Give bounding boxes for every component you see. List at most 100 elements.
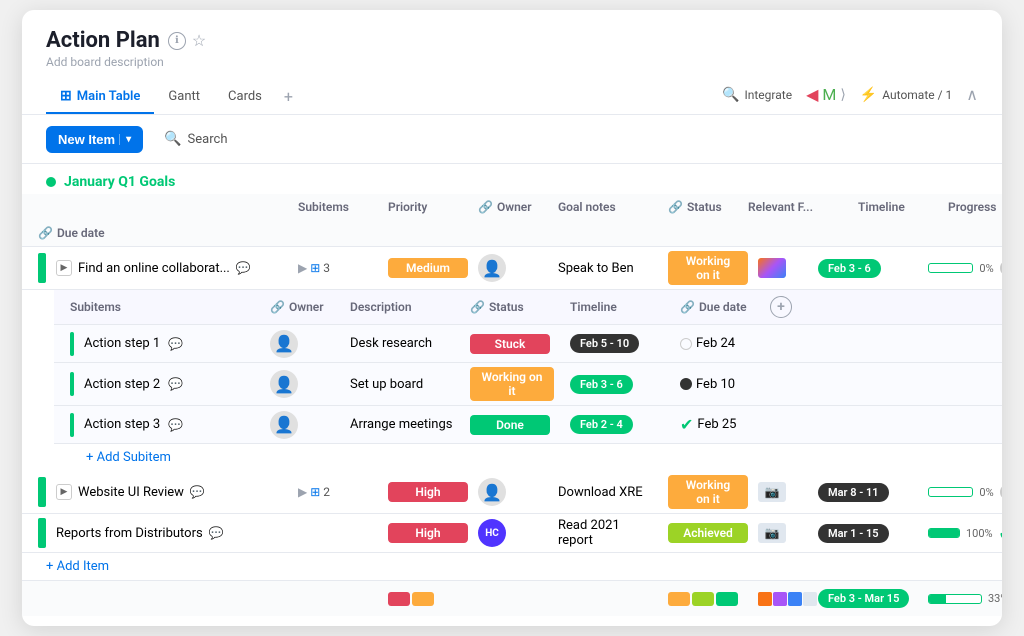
cell-row3-name: Reports from Distributors 💬 bbox=[30, 514, 290, 552]
group-january: January Q1 Goals Subitems Priority 🔗 Own… bbox=[22, 164, 1002, 616]
tabs-left: ⊞ Main Table Gantt Cards + bbox=[46, 79, 301, 114]
row2-chat-icon[interactable]: 💬 bbox=[190, 485, 205, 499]
collapse-icon[interactable]: ∧ bbox=[966, 85, 978, 104]
cell-row2-goal-notes: Download XRE bbox=[550, 481, 660, 504]
sub-cell-due-2: Feb 10 bbox=[672, 373, 762, 396]
cell-row2-name: ▶ Website UI Review 💬 bbox=[30, 473, 290, 511]
progress-pct-1: 0% bbox=[979, 262, 993, 275]
sum-rel-2 bbox=[773, 592, 787, 606]
chat-icon[interactable]: 💬 bbox=[236, 261, 251, 275]
sub-due-text-2: Feb 10 bbox=[696, 377, 735, 392]
summary-working-color bbox=[668, 592, 690, 606]
sub-color-bar-2 bbox=[70, 372, 74, 396]
sub-cell-name-2: Action step 2 💬 bbox=[62, 368, 262, 400]
cell-row2-priority[interactable]: High bbox=[380, 478, 470, 506]
add-subitem-btn[interactable]: + Add Subitem bbox=[54, 444, 1002, 471]
tab-cards[interactable]: Cards bbox=[214, 81, 276, 114]
integrate-action[interactable]: 🔍 Integrate bbox=[722, 87, 792, 103]
search-label: Search bbox=[188, 132, 228, 147]
cell-row1-priority[interactable]: Medium bbox=[380, 254, 470, 282]
cell-row1-subitems: ▶ ⊞ 3 bbox=[290, 257, 380, 279]
tabs-right: 🔍 Integrate ◀ M ⟩ ⚡ Automate / 1 ∧ bbox=[722, 85, 978, 108]
summary-timeline: Feb 3 - Mar 15 bbox=[818, 589, 909, 608]
col-header-status: 🔗 Status bbox=[660, 194, 740, 220]
add-item-label: + Add Item bbox=[46, 559, 109, 574]
sub-chat-icon-3[interactable]: 💬 bbox=[168, 418, 183, 432]
search-box[interactable]: 🔍 Search bbox=[153, 125, 238, 153]
group-title-january: January Q1 Goals bbox=[64, 174, 175, 190]
title-row: Action Plan ℹ ☆ bbox=[46, 28, 978, 53]
sub-cell-timeline-3: Feb 2 - 4 bbox=[562, 411, 672, 438]
sub-col-header-owner: 🔗 Owner bbox=[262, 294, 342, 320]
board-description[interactable]: Add board description bbox=[46, 55, 978, 69]
cell-row3-subitems bbox=[290, 529, 380, 537]
subitems-col-headers: Subitems 🔗 Owner Description 🔗 Status Ti… bbox=[54, 290, 1002, 325]
sub-col-add[interactable]: + bbox=[762, 290, 802, 324]
star-icon[interactable]: ☆ bbox=[192, 31, 206, 50]
row2-name-text: Website UI Review bbox=[78, 485, 184, 500]
sub-cell-status-1[interactable]: Stuck bbox=[462, 330, 562, 358]
new-item-label: New Item bbox=[58, 132, 115, 147]
sub-name-3: Action step 3 bbox=[84, 417, 160, 432]
sub-chat-icon[interactable]: 💬 bbox=[168, 337, 183, 351]
cell-row2-relevant: 📷 bbox=[750, 478, 810, 506]
cell-row2-status[interactable]: Working on it bbox=[660, 471, 750, 513]
tab-gantt[interactable]: Gantt bbox=[154, 81, 214, 114]
subitems-count-1: ▶ ⊞ 3 bbox=[298, 261, 330, 275]
expand-btn-row2[interactable]: ▶ bbox=[56, 484, 72, 500]
sub-arrow: ▶ bbox=[298, 261, 307, 275]
sub-cell-owner-3: 👤 bbox=[262, 407, 342, 443]
timeline-2: Mar 8 - 11 bbox=[818, 483, 889, 502]
row3-color-bar bbox=[38, 518, 46, 548]
goal-notes-1: Speak to Ben bbox=[558, 261, 634, 276]
subitem-row-2: Action step 2 💬 👤 Set up board Working o… bbox=[54, 363, 1002, 406]
add-item-btn[interactable]: + Add Item bbox=[22, 553, 1002, 580]
sub-cell-status-3[interactable]: Done bbox=[462, 411, 562, 439]
cell-row3-status[interactable]: Achieved bbox=[660, 519, 750, 547]
camera-thumb-3: 📷 bbox=[758, 523, 786, 543]
cell-row3-priority[interactable]: High bbox=[380, 519, 470, 547]
summary-progress-pct: 33% bbox=[988, 592, 1002, 605]
summary-med-color bbox=[412, 592, 434, 606]
sub-timeline-3: Feb 2 - 4 bbox=[570, 415, 633, 434]
priority-badge-2: High bbox=[388, 482, 468, 502]
sub-color-bar-3 bbox=[70, 413, 74, 437]
cell-row2-subitems: ▶ ⊞ 2 bbox=[290, 481, 380, 503]
sub-name-2: Action step 2 bbox=[84, 377, 160, 392]
main-row-3: Reports from Distributors 💬 High HC bbox=[22, 514, 1002, 553]
group-header-january: January Q1 Goals bbox=[22, 164, 1002, 194]
integrate-icon: 🔍 bbox=[722, 87, 739, 103]
main-table-icon: ⊞ bbox=[60, 88, 72, 104]
new-item-chevron: ▾ bbox=[119, 134, 131, 145]
info-icon[interactable]: ℹ bbox=[168, 32, 186, 50]
group2-section: ▶ Website UI Review 💬 ▶ ⊞ 2 bbox=[22, 471, 1002, 580]
progress-bar-2 bbox=[928, 487, 973, 497]
sub-cell-owner-1: 👤 bbox=[262, 326, 342, 362]
priority-badge-1: Medium bbox=[388, 258, 468, 278]
cell-row1-status[interactable]: Working on it bbox=[660, 247, 750, 289]
sub-cell-name-1: Action step 1 💬 bbox=[62, 328, 262, 360]
add-col-icon[interactable]: + bbox=[770, 296, 792, 318]
row3-chat-icon[interactable]: 💬 bbox=[209, 526, 224, 540]
sub-timeline-1: Feb 5 - 10 bbox=[570, 334, 639, 353]
new-item-button[interactable]: New Item ▾ bbox=[46, 126, 143, 153]
sub-avatar-2: 👤 bbox=[270, 370, 298, 398]
tab-add[interactable]: + bbox=[276, 79, 301, 114]
sub-cell-status-2[interactable]: Working on it bbox=[462, 363, 562, 405]
tab-cards-label: Cards bbox=[228, 89, 262, 104]
priority-badge-3: High bbox=[388, 523, 468, 543]
row2-action-icons: 💬 bbox=[190, 485, 205, 499]
automate-action[interactable]: ⚡ Automate / 1 bbox=[860, 87, 952, 103]
expand-btn-row1[interactable]: ▶ bbox=[56, 260, 72, 276]
main-row-2: ▶ Website UI Review 💬 ▶ ⊞ 2 bbox=[22, 471, 1002, 514]
progress-bar-1 bbox=[928, 263, 973, 273]
sub-chat-icon-2[interactable]: 💬 bbox=[168, 377, 183, 391]
tab-main-table[interactable]: ⊞ Main Table bbox=[46, 80, 154, 114]
group-dot bbox=[46, 177, 56, 187]
col-header-goal-notes: Goal notes bbox=[550, 194, 660, 220]
sub-cell-desc-2: Set up board bbox=[342, 373, 462, 396]
cell-row1-owner: 👤 bbox=[470, 250, 550, 286]
relevant-thumb-1 bbox=[758, 258, 786, 278]
sub-cell-desc-1: Desk research bbox=[342, 332, 462, 355]
sub-col-header-status: 🔗 Status bbox=[462, 294, 562, 320]
